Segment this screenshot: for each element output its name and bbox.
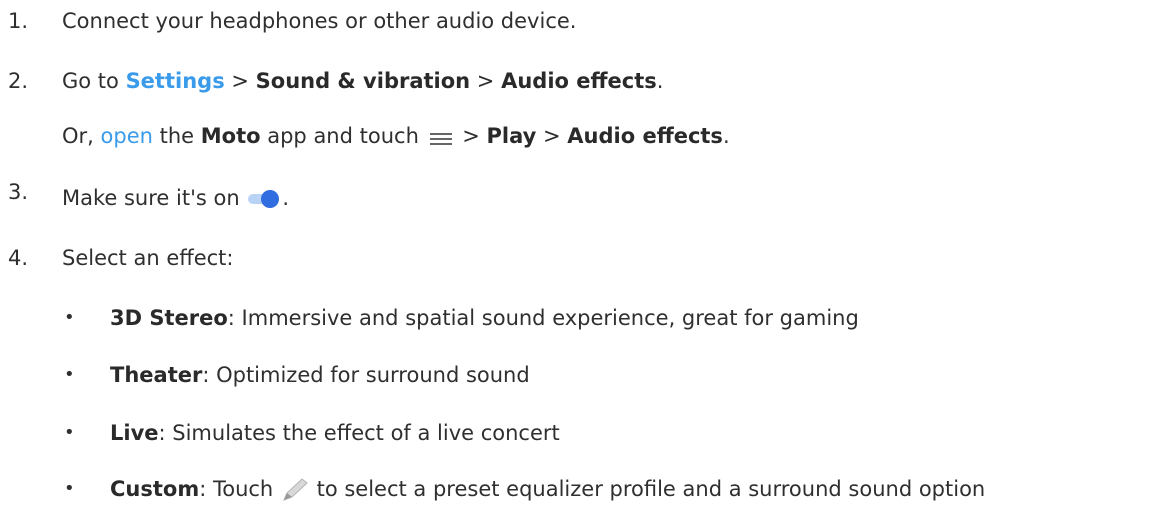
alt-the: the <box>152 124 201 148</box>
sound-vibration-label: Sound & vibration <box>255 69 471 93</box>
period: . <box>656 69 664 93</box>
step-text: Go to Settings > Sound & vibration > Aud… <box>62 66 663 96</box>
bullet: • <box>64 364 75 385</box>
separator: > <box>224 69 256 93</box>
step-number: 1. <box>8 9 29 33</box>
alt-or: Or, <box>62 124 101 148</box>
play-label: Play <box>486 124 537 148</box>
settings-link[interactable]: Settings <box>126 69 225 93</box>
effect-name: Custom <box>110 477 200 501</box>
effect-desc: : Optimized for surround sound <box>202 363 530 387</box>
bullet: • <box>64 307 75 328</box>
effect-text: Theater: Optimized for surround sound <box>110 360 530 390</box>
effect-name: Live <box>110 421 159 445</box>
pencil-icon <box>280 478 310 502</box>
effect-text: 3D Stereo: Immersive and spatial sound e… <box>110 303 859 333</box>
toggle-on-icon <box>246 188 282 210</box>
menu-icon <box>428 127 454 147</box>
effect-desc: : Touch <box>199 477 280 501</box>
step-text: Make sure it's on . <box>62 183 289 213</box>
alt-touch: app and touch <box>260 124 426 148</box>
effect-text: Live: Simulates the effect of a live con… <box>110 418 560 448</box>
separator: > <box>536 124 568 148</box>
step-number: 3. <box>8 180 29 204</box>
effect-desc: : Immersive and spatial sound experience… <box>227 306 859 330</box>
step-text: Select an effect: <box>62 246 234 270</box>
effect-name: 3D Stereo <box>110 306 228 330</box>
effect-desc: : Simulates the effect of a live concert <box>158 421 560 445</box>
bullet: • <box>64 478 75 499</box>
period: . <box>282 186 289 210</box>
step-number: 4. <box>8 246 29 270</box>
effect-desc: to select a preset equalizer profile and… <box>309 477 986 501</box>
moto-app-label: Moto <box>200 124 261 148</box>
separator: > <box>455 124 487 148</box>
step-text-main: Make sure it's on <box>62 186 247 210</box>
step-prefix: Go to <box>62 69 126 93</box>
step-number: 2. <box>8 69 29 93</box>
open-link[interactable]: open <box>101 124 153 148</box>
bullet: • <box>64 422 75 443</box>
step-text: Connect your headphones or other audio d… <box>62 9 577 33</box>
audio-effects-label: Audio effects <box>567 124 723 148</box>
alt-text: Or, open the Moto app and touch > Play >… <box>62 121 730 151</box>
effect-text: Custom: Touch to select a preset equaliz… <box>110 474 985 504</box>
separator: > <box>470 69 502 93</box>
period: . <box>722 124 730 148</box>
effect-name: Theater <box>110 363 203 387</box>
audio-effects-label: Audio effects <box>501 69 657 93</box>
